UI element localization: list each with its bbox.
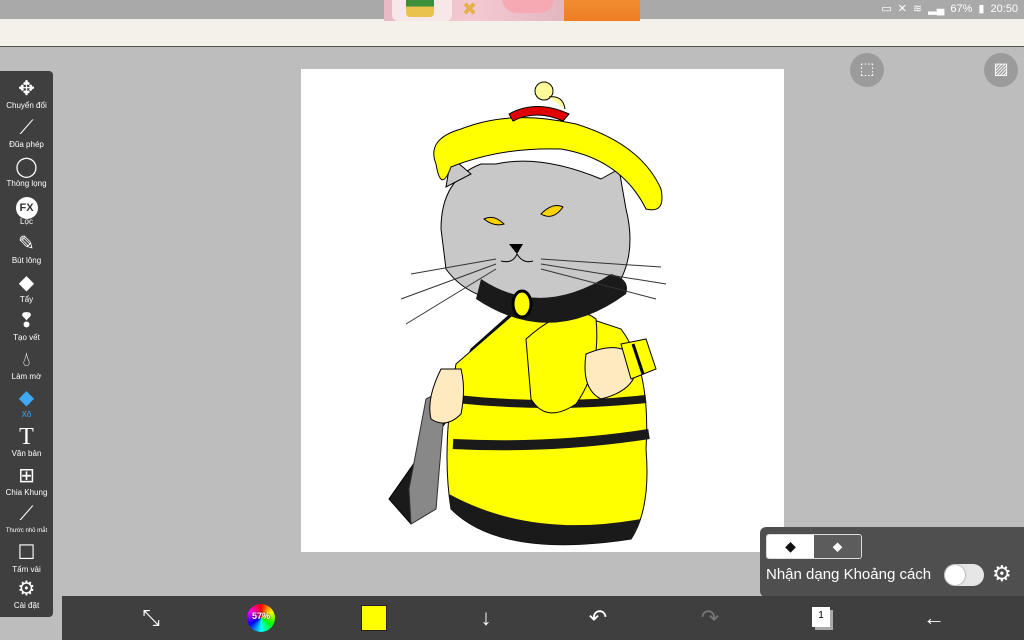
selection-frame-icon: ⬚ xyxy=(859,61,875,78)
gap-detection-toggle[interactable] xyxy=(944,564,984,586)
drawing-canvas[interactable] xyxy=(301,69,784,552)
fill-options-panel: ◆ ⬥ Nhận dạng Khoảng cách ⚙ xyxy=(760,527,1024,597)
eyedropper-icon: ⟋ xyxy=(19,503,34,525)
mute-icon: ✕ xyxy=(897,3,907,15)
frame-divider-icon: ⊞ xyxy=(18,465,35,487)
lasso-icon: ◯ xyxy=(15,156,38,178)
tool-eyedropper[interactable]: ⟋ Thước nhỏ mắt xyxy=(0,502,53,540)
tool-text[interactable]: T Văn bản xyxy=(0,425,53,463)
eraser-icon: ◆ xyxy=(18,272,35,294)
ad-pixel-sprite xyxy=(406,0,434,17)
tool-canvas[interactable]: ☐ Tấm vải xyxy=(0,541,53,579)
move-icon: ✥ xyxy=(18,78,35,100)
tool-settings[interactable]: ⚙ Cài đặt xyxy=(0,577,53,615)
gear-icon[interactable]: ⚙ xyxy=(992,561,1012,587)
ad-strip xyxy=(0,19,1024,47)
tool-blur[interactable]: 💧︎ Làm mờ xyxy=(0,348,53,386)
tool-eraser[interactable]: ◆ Tẩy xyxy=(0,271,53,309)
brush-icon: ✎ xyxy=(18,233,35,255)
fill-mode-toggle: ◆ ⬥ xyxy=(766,534,862,559)
image-icon: ▨ xyxy=(993,61,1009,78)
back-arrow-icon[interactable]: ← xyxy=(918,602,950,634)
canvas-icon: ☐ xyxy=(17,542,36,564)
signal-icon: ▂▄ xyxy=(928,3,945,15)
brush-size-percent: 57% xyxy=(252,611,271,621)
battery-icon: ▮ xyxy=(978,3,985,15)
tool-lasso[interactable]: ◯ Thòng lọng xyxy=(0,155,53,193)
redo-icon[interactable]: ↷ xyxy=(694,602,726,634)
cat-artwork xyxy=(388,81,667,546)
gap-detection-label: Nhận dạng Khoảng cách xyxy=(766,566,932,583)
cast-icon: ▭ xyxy=(881,3,892,15)
bottom-toolbar: ⤡ 57% ↓ ↶ ↷ 1 ← xyxy=(62,596,1024,640)
tool-bucket[interactable]: ◆ Xô xyxy=(0,386,53,424)
left-toolbar: ✥ Chuyển đổi ⟋ Đũa phép ◯ Thòng lọng FX … xyxy=(0,71,53,617)
image-button[interactable]: ▨ xyxy=(984,53,1018,87)
ad-x-mark: ✖ xyxy=(462,0,478,19)
battery-percent: 67% xyxy=(950,3,973,15)
eraser-icon[interactable]: ⬥ xyxy=(814,535,861,558)
settings-gear-icon: ⚙ xyxy=(17,578,36,600)
tool-frame-divider[interactable]: ⊞ Chia Khung xyxy=(0,464,53,502)
tool-magic-wand[interactable]: ⟋ Đũa phép xyxy=(0,116,53,154)
status-icons: ▭ ✕ ≋ ▂▄ 67% ▮ 20:50 xyxy=(881,2,1018,16)
wifi-icon: ≋ xyxy=(912,3,923,15)
bucket-icon: ◆ xyxy=(18,387,35,409)
layers-icon[interactable]: 1 xyxy=(812,607,830,627)
undo-icon[interactable]: ↶ xyxy=(582,602,614,634)
blur-drop-icon: 💧︎ xyxy=(22,349,31,371)
tool-move[interactable]: ✥ Chuyển đổi xyxy=(0,77,53,115)
color-swatch-icon[interactable] xyxy=(361,605,387,631)
tool-smudge[interactable]: ❢ Tạo vết xyxy=(0,309,53,347)
clock: 20:50 xyxy=(990,3,1018,15)
text-icon: T xyxy=(19,424,34,450)
tool-brush[interactable]: ✎ Bút lông xyxy=(0,232,53,270)
fx-filter-icon: FX xyxy=(0,193,53,219)
selection-button[interactable]: ⬚ xyxy=(850,53,884,87)
transform-icon[interactable]: ⤡ xyxy=(135,602,167,634)
smudge-icon: ❢ xyxy=(18,310,35,332)
color-wheel-icon[interactable]: 57% xyxy=(247,604,275,632)
ad-banner[interactable]: ✖ xyxy=(384,0,640,21)
download-icon[interactable]: ↓ xyxy=(470,602,502,634)
fill-icon[interactable]: ◆ xyxy=(767,535,814,558)
magic-wand-icon: ⟋ xyxy=(19,117,34,139)
tool-filter[interactable]: FX Lọc xyxy=(0,193,53,231)
